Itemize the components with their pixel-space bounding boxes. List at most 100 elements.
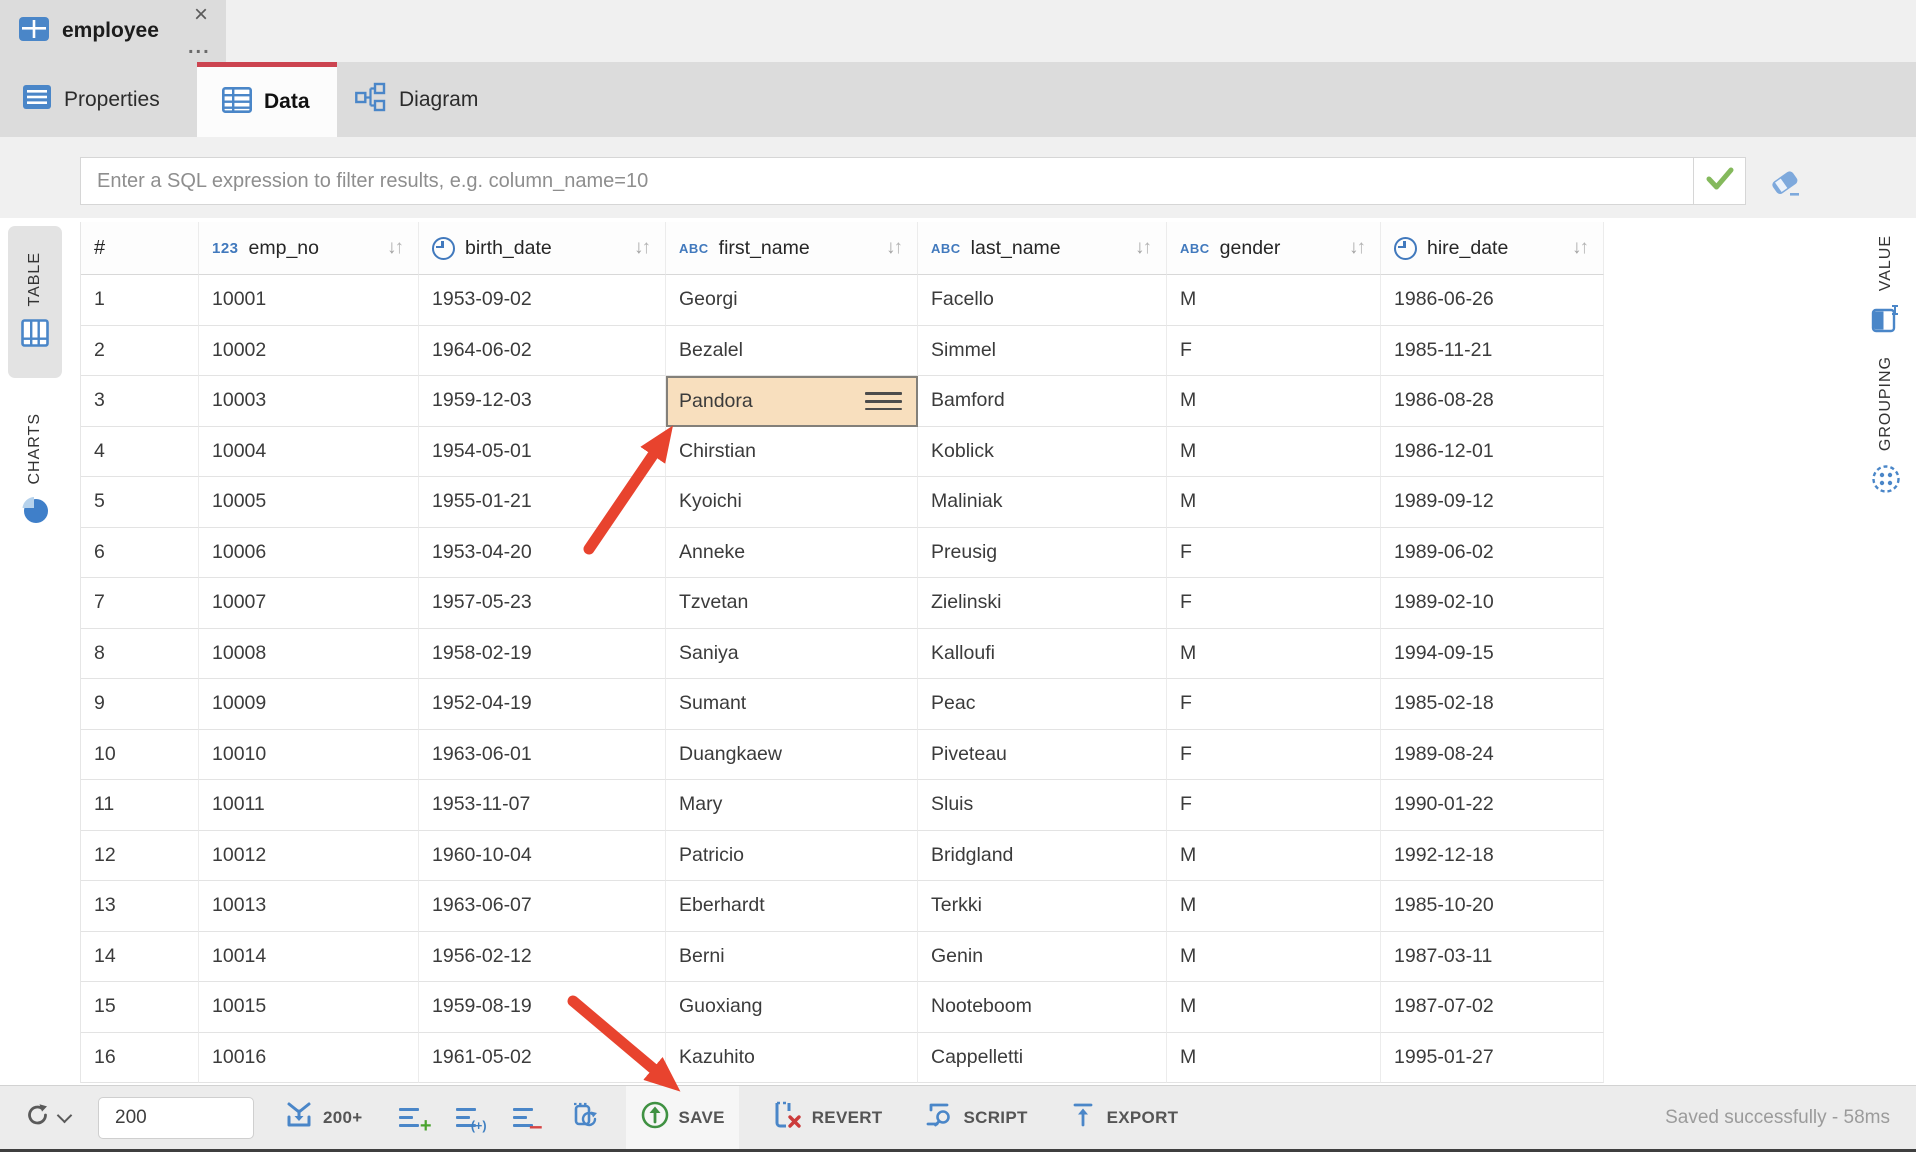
table-cell[interactable]: Patricio: [666, 831, 918, 882]
table-cell[interactable]: M: [1167, 376, 1381, 427]
table-cell[interactable]: 10005: [199, 477, 419, 528]
table-cell[interactable]: Facello: [918, 275, 1167, 326]
table-cell[interactable]: 1986-06-26: [1381, 275, 1604, 326]
table-cell[interactable]: 1987-07-02: [1381, 982, 1604, 1033]
table-cell[interactable]: 1954-05-01: [419, 427, 666, 478]
column-header-hire_date[interactable]: hire_date↓↑: [1381, 222, 1604, 275]
panel-tab-value[interactable]: VALUE: [1862, 228, 1910, 346]
table-cell[interactable]: Tzvetan: [666, 578, 918, 629]
table-cell[interactable]: 1987-03-11: [1381, 932, 1604, 983]
table-cell[interactable]: 1964-06-02: [419, 326, 666, 377]
table-cell[interactable]: M: [1167, 831, 1381, 882]
table-cell[interactable]: 1995-01-27: [1381, 1033, 1604, 1084]
sort-icon[interactable]: ↓↑: [634, 237, 649, 259]
chevron-down-icon[interactable]: [57, 1108, 73, 1124]
column-header-birth_date[interactable]: birth_date↓↑: [419, 222, 666, 275]
close-tab-icon[interactable]: ×: [188, 2, 214, 28]
table-cell[interactable]: 1989-08-24: [1381, 730, 1604, 781]
table-cell[interactable]: 10003: [199, 376, 419, 427]
table-cell[interactable]: 1953-04-20: [419, 528, 666, 579]
table-cell[interactable]: F: [1167, 679, 1381, 730]
table-cell[interactable]: Maliniak: [918, 477, 1167, 528]
document-tab-employee[interactable]: employee × ...: [0, 0, 226, 62]
sort-icon[interactable]: ↓↑: [1349, 237, 1364, 259]
table-cell[interactable]: M: [1167, 629, 1381, 680]
table-cell[interactable]: Guoxiang: [666, 982, 918, 1033]
table-cell[interactable]: Eberhardt: [666, 881, 918, 932]
table-cell[interactable]: Saniya: [666, 629, 918, 680]
table-cell[interactable]: 10007: [199, 578, 419, 629]
table-cell[interactable]: M: [1167, 275, 1381, 326]
table-cell[interactable]: 3: [81, 376, 199, 427]
table-cell[interactable]: 1992-12-18: [1381, 831, 1604, 882]
table-cell[interactable]: F: [1167, 326, 1381, 377]
table-cell[interactable]: 10001: [199, 275, 419, 326]
table-cell[interactable]: Bridgland: [918, 831, 1167, 882]
table-cell[interactable]: F: [1167, 528, 1381, 579]
table-cell[interactable]: M: [1167, 881, 1381, 932]
table-cell[interactable]: Terkki: [918, 881, 1167, 932]
table-cell[interactable]: 1989-06-02: [1381, 528, 1604, 579]
revert-button[interactable]: REVERT: [771, 1099, 883, 1136]
table-cell[interactable]: 1: [81, 275, 199, 326]
table-cell[interactable]: 1986-08-28: [1381, 376, 1604, 427]
table-cell[interactable]: M: [1167, 932, 1381, 983]
sql-filter-input[interactable]: [80, 157, 1694, 205]
table-cell[interactable]: 10: [81, 730, 199, 781]
tab-overflow-icon[interactable]: ...: [188, 36, 211, 59]
column-header-emp_no[interactable]: 123emp_no↓↑: [199, 222, 419, 275]
table-cell[interactable]: 1953-11-07: [419, 780, 666, 831]
panel-tab-charts[interactable]: CHARTS: [8, 386, 62, 556]
refresh-button[interactable]: [24, 1101, 70, 1134]
table-cell[interactable]: Piveteau: [918, 730, 1167, 781]
table-cell[interactable]: 1985-11-21: [1381, 326, 1604, 377]
table-cell[interactable]: 2: [81, 326, 199, 377]
table-cell[interactable]: 4: [81, 427, 199, 478]
table-cell[interactable]: Duangkaew: [666, 730, 918, 781]
table-cell[interactable]: 6: [81, 528, 199, 579]
duplicate-row-button[interactable]: (+): [456, 1107, 483, 1129]
table-cell[interactable]: Kyoichi: [666, 477, 918, 528]
add-row-button[interactable]: +: [399, 1107, 426, 1129]
table-cell[interactable]: 1956-02-12: [419, 932, 666, 983]
table-cell[interactable]: Genin: [918, 932, 1167, 983]
table-cell[interactable]: 1985-10-20: [1381, 881, 1604, 932]
apply-filter-button[interactable]: [1694, 157, 1746, 205]
sort-icon[interactable]: ↓↑: [1572, 237, 1587, 259]
table-cell[interactable]: 10009: [199, 679, 419, 730]
tab-properties[interactable]: Properties: [0, 62, 197, 137]
table-cell[interactable]: 1986-12-01: [1381, 427, 1604, 478]
table-cell[interactable]: M: [1167, 1033, 1381, 1084]
table-cell[interactable]: Mary: [666, 780, 918, 831]
table-cell[interactable]: 9: [81, 679, 199, 730]
script-button[interactable]: SCRIPT: [923, 1099, 1028, 1136]
table-cell[interactable]: Nooteboom: [918, 982, 1167, 1033]
table-cell[interactable]: M: [1167, 427, 1381, 478]
table-cell[interactable]: 10011: [199, 780, 419, 831]
table-cell[interactable]: 13: [81, 881, 199, 932]
tab-data[interactable]: Data: [197, 62, 337, 137]
table-cell[interactable]: 10014: [199, 932, 419, 983]
table-cell[interactable]: Kalloufi: [918, 629, 1167, 680]
cell-menu-icon[interactable]: [865, 392, 902, 410]
column-header-last_name[interactable]: ABClast_name↓↑: [918, 222, 1167, 275]
table-cell[interactable]: 10004: [199, 427, 419, 478]
table-cell[interactable]: M: [1167, 477, 1381, 528]
table-cell[interactable]: 10008: [199, 629, 419, 680]
column-header-gender[interactable]: ABCgender↓↑: [1167, 222, 1381, 275]
table-cell[interactable]: Georgi: [666, 275, 918, 326]
table-cell[interactable]: 12: [81, 831, 199, 882]
table-cell[interactable]: F: [1167, 780, 1381, 831]
table-cell[interactable]: Peac: [918, 679, 1167, 730]
table-cell[interactable]: 1959-08-19: [419, 982, 666, 1033]
table-cell[interactable]: 1985-02-18: [1381, 679, 1604, 730]
table-cell[interactable]: Bezalel: [666, 326, 918, 377]
selected-cell[interactable]: Pandora: [666, 376, 918, 427]
table-cell[interactable]: 1961-05-02: [419, 1033, 666, 1084]
table-cell[interactable]: 1963-06-01: [419, 730, 666, 781]
clear-filter-button[interactable]: [1768, 165, 1802, 199]
delete-row-button[interactable]: –: [513, 1107, 540, 1129]
table-cell[interactable]: 10006: [199, 528, 419, 579]
table-cell[interactable]: 1989-09-12: [1381, 477, 1604, 528]
table-cell[interactable]: 1959-12-03: [419, 376, 666, 427]
